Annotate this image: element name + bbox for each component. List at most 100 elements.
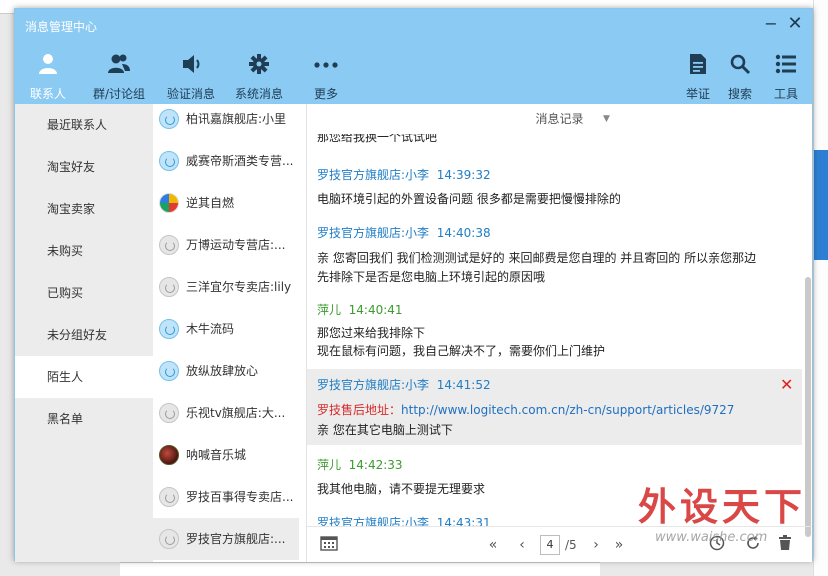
nav-label: 工具 bbox=[773, 87, 798, 101]
nav-label: 举证 bbox=[685, 87, 710, 101]
nav-contacts[interactable]: 联系人 bbox=[23, 53, 73, 101]
list-icon bbox=[767, 53, 805, 77]
category-recent[interactable]: 最近联系人 bbox=[15, 104, 153, 146]
watermark-logo: 外设天下 bbox=[638, 485, 807, 529]
window-header: 消息管理中心 − ✕ 联系人 群/讨论组 验证消息 系统消息 更多 举证 搜索 … bbox=[15, 9, 812, 104]
page-input[interactable]: 4 bbox=[540, 535, 560, 555]
contact-name: 万博运动专营店:... bbox=[186, 238, 286, 252]
contact-item[interactable]: 放纵放肆放心 bbox=[153, 350, 299, 392]
avatar bbox=[159, 151, 179, 171]
trash-icon[interactable] bbox=[775, 535, 795, 555]
contact-item[interactable]: 三洋宜尔专卖店:lily bbox=[153, 266, 299, 308]
contact-name: 逆其自燃 bbox=[186, 196, 235, 210]
background-window-bottom bbox=[120, 562, 600, 576]
nav-label: 更多 bbox=[313, 87, 338, 101]
message-meta: 罗技官方旗舰店:小李 14:39:32 bbox=[317, 166, 491, 183]
contact-item[interactable]: 罗技百事得专卖店... bbox=[153, 476, 299, 518]
contact-item[interactable]: 威赛帝斯酒类专营... bbox=[153, 140, 299, 182]
first-page-button[interactable]: « bbox=[483, 535, 503, 555]
nav-report[interactable]: 举证 bbox=[679, 53, 717, 101]
category-purchased[interactable]: 已购买 bbox=[15, 272, 153, 314]
avatar bbox=[159, 109, 179, 129]
avatar bbox=[159, 193, 179, 213]
nav-search[interactable]: 搜索 bbox=[721, 53, 759, 101]
contact-name: 三洋宜尔专卖店:lily bbox=[186, 280, 292, 294]
contact-name: 柏讯嘉旗舰店:小里 bbox=[186, 112, 287, 126]
contact-item[interactable]: 逆其自燃 bbox=[153, 182, 299, 224]
category-taobao-sellers[interactable]: 淘宝卖家 bbox=[15, 188, 153, 230]
nav-more[interactable]: 更多 bbox=[301, 53, 351, 101]
search-icon bbox=[721, 53, 759, 77]
message-text: 先排除下是否是您电脑上环境引起的原因哦 bbox=[317, 270, 546, 284]
contact-name: 威赛帝斯酒类专营... bbox=[186, 154, 294, 168]
nav-verification[interactable]: 验证消息 bbox=[163, 53, 219, 101]
category-not-purchased[interactable]: 未购买 bbox=[15, 230, 153, 272]
category-strangers[interactable]: 陌生人 bbox=[15, 356, 153, 398]
nav-label: 联系人 bbox=[29, 87, 66, 101]
nav-system-messages[interactable]: 系统消息 bbox=[231, 53, 287, 101]
message-meta: 萍儿 14:40:41 bbox=[317, 301, 403, 318]
message-text: 亲 您在其它电脑上测试下 bbox=[317, 423, 453, 437]
more-icon bbox=[301, 53, 351, 77]
contact-name: 乐视tv旗舰店:大... bbox=[186, 406, 286, 420]
contact-list: 柏讯嘉旗舰店:小里 威赛帝斯酒类专营... 逆其自燃 万博运动专营店:... 三… bbox=[153, 104, 307, 562]
contact-item[interactable]: 呐喊音乐城 bbox=[153, 434, 299, 476]
message-time: 14:43:31 bbox=[436, 516, 491, 526]
category-blacklist[interactable]: 黑名单 bbox=[15, 398, 153, 440]
contact-name: 木牛流码 bbox=[186, 322, 235, 336]
contact-item[interactable]: 罗技官方旗舰店:... bbox=[153, 518, 299, 560]
window-title: 消息管理中心 bbox=[25, 20, 98, 34]
message-time: 14:39:32 bbox=[436, 168, 491, 182]
contact-item[interactable]: 木牛流码 bbox=[153, 308, 299, 350]
nav-label: 系统消息 bbox=[234, 87, 283, 101]
sender-name: 罗技官方旗舰店:小李 bbox=[317, 378, 430, 392]
message-time: 14:42:33 bbox=[348, 458, 403, 472]
person-icon bbox=[23, 53, 73, 77]
watermark-site: www.waishe.com bbox=[655, 530, 768, 545]
message-text: 电脑环境引起的外置设备问题 很多都是需要把慢慢排除的 bbox=[317, 192, 621, 206]
sender-name: 罗技官方旗舰店:小李 bbox=[317, 168, 430, 182]
background-accent-strip bbox=[814, 150, 828, 260]
message-text: 现在鼠标有问题，我自己解决不了，需要你们上门维护 bbox=[317, 344, 606, 358]
avatar bbox=[159, 319, 179, 339]
contact-item[interactable]: 柏讯嘉旗舰店:小里 bbox=[153, 104, 299, 140]
close-button[interactable]: ✕ bbox=[785, 14, 805, 34]
avatar bbox=[159, 529, 179, 549]
message-time: 14:40:41 bbox=[348, 303, 403, 317]
prev-page-button[interactable]: ‹ bbox=[513, 535, 531, 555]
message-meta: 罗技官方旗舰店:小李 14:41:52 bbox=[317, 376, 491, 393]
message-meta: 罗技官方旗舰店:小李 14:40:38 bbox=[317, 224, 491, 241]
support-link[interactable]: http://www.logitech.com.cn/zh-cn/support… bbox=[401, 403, 734, 417]
chevron-down-icon: ▼ bbox=[603, 114, 610, 124]
page-total: /5 bbox=[565, 538, 577, 552]
delete-icon[interactable]: ✕ bbox=[780, 375, 793, 394]
contact-name: 放纵放肆放心 bbox=[186, 364, 259, 378]
avatar bbox=[159, 403, 179, 423]
document-icon bbox=[679, 53, 717, 77]
next-page-button[interactable]: › bbox=[587, 535, 605, 555]
link-label: 罗技售后地址： bbox=[317, 403, 402, 417]
message-meta: 萍儿 14:42:33 bbox=[317, 456, 403, 473]
contact-item[interactable]: 万博运动专营店:... bbox=[153, 224, 299, 266]
nav-groups[interactable]: 群/讨论组 bbox=[88, 53, 150, 101]
message-text: 罗技售后地址：http://www.logitech.com.cn/zh-cn/… bbox=[317, 401, 734, 418]
sender-name: 罗技官方旗舰店:小李 bbox=[317, 226, 430, 240]
contact-item[interactable]: 乐视tv旗舰店:大... bbox=[153, 392, 299, 434]
nav-label: 群/讨论组 bbox=[92, 87, 146, 101]
avatar bbox=[159, 487, 179, 507]
message-text: 那您给我换一个试试吧 bbox=[317, 134, 438, 144]
background-window-right bbox=[813, 0, 828, 576]
message-text: 亲 您寄回我们 我们检测测试是好的 来回邮费是您自理的 并且寄回的 所以亲您那边 bbox=[317, 251, 757, 265]
category-taobao-friends[interactable]: 淘宝好友 bbox=[15, 146, 153, 188]
contact-name: 罗技百事得专卖店... bbox=[186, 490, 294, 504]
nav-tools[interactable]: 工具 bbox=[767, 53, 805, 101]
category-ungrouped[interactable]: 未分组好友 bbox=[15, 314, 153, 356]
nav-label: 验证消息 bbox=[166, 87, 215, 101]
calendar-icon[interactable] bbox=[319, 535, 339, 555]
minimize-button[interactable]: − bbox=[761, 14, 781, 34]
sender-name: 萍儿 bbox=[317, 303, 342, 317]
history-header[interactable]: 消息记录 ▼ bbox=[307, 104, 812, 134]
gear-icon bbox=[231, 53, 287, 77]
last-page-button[interactable]: » bbox=[609, 535, 629, 555]
avatar bbox=[159, 445, 179, 465]
